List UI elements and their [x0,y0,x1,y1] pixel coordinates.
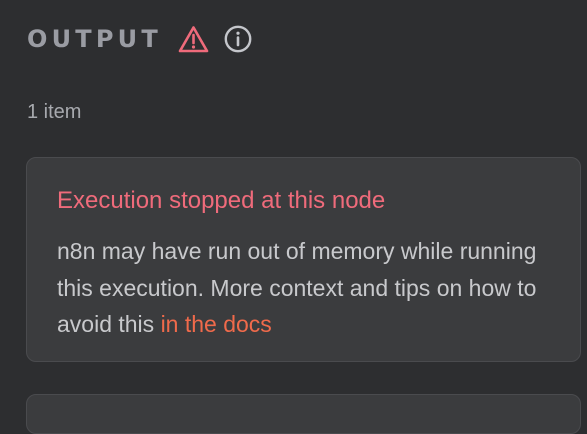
info-icon[interactable] [223,24,253,54]
error-message-text: n8n may have run out of memory while run… [57,238,537,337]
error-card: Execution stopped at this node n8n may h… [26,157,581,362]
next-card [26,394,581,434]
warning-icon[interactable] [178,25,209,53]
error-message: n8n may have run out of memory while run… [57,233,567,343]
output-title: OUTPUT [27,25,162,53]
docs-link[interactable]: in the docs [161,311,272,337]
error-title: Execution stopped at this node [57,187,386,214]
output-header: OUTPUT [27,22,253,56]
item-count: 1 item [27,101,82,123]
